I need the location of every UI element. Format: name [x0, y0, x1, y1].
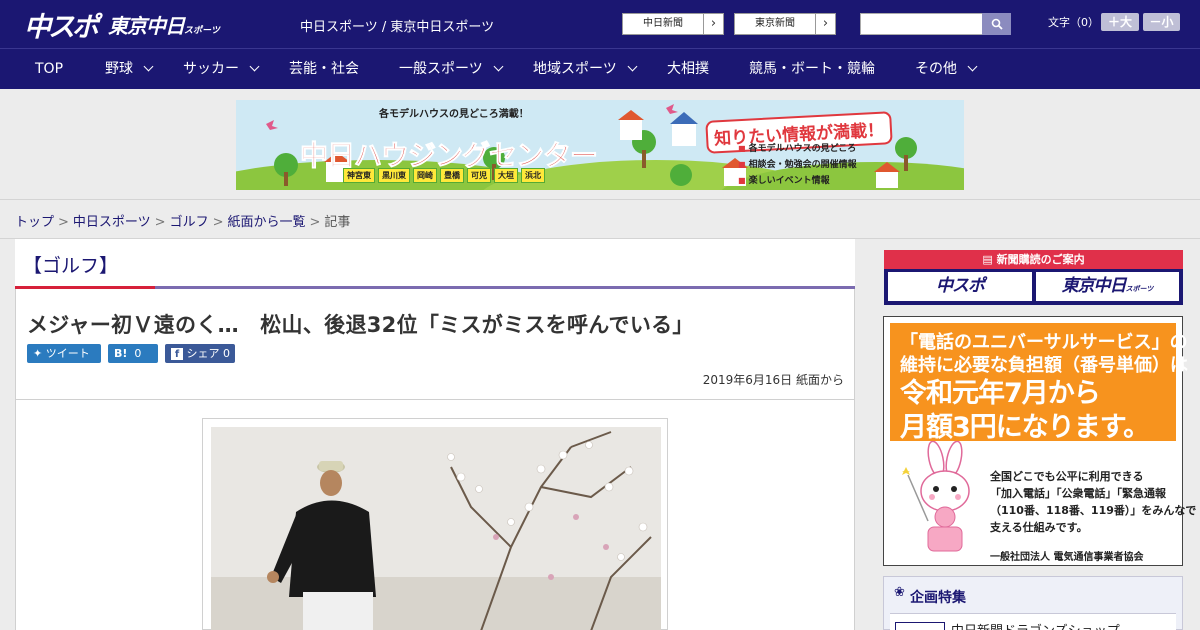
nav-item-other[interactable]: その他 — [915, 49, 978, 89]
feature-item-link[interactable]: 中日新聞ドラゴンズショップ — [951, 620, 1120, 630]
banner-bullet: 各モデルハウスの見どころ — [738, 141, 857, 157]
nav-item-baseball[interactable]: 野球 — [105, 49, 154, 89]
banner-bullet: 相談会・勉強会の開催情報 — [738, 157, 857, 173]
chevron-right-icon: › — [703, 14, 723, 34]
chevron-down-icon — [627, 61, 638, 72]
ad-description: 全国どこでも公平に利用できる 「加入電話」「公衆電話」「緊急通報 （110番、1… — [990, 470, 1197, 534]
article-photo[interactable] — [211, 427, 661, 630]
chuspo-logo[interactable]: 中スポ — [24, 5, 99, 44]
chunichi-shimbun-button[interactable]: 中日新聞 › — [622, 13, 724, 35]
nav-item-general-sports[interactable]: 一般スポーツ — [399, 49, 504, 89]
banner-town: 可児 — [467, 168, 491, 183]
hatena-bookmark-button[interactable]: B! 0 — [108, 344, 158, 363]
banner-bullet: 楽しいイベント情報 — [738, 173, 857, 189]
ad-quote: 「電話のユニバーサルサービス」の 維持に必要な負担額（番号単価）は — [900, 332, 1188, 376]
search-input[interactable] — [860, 13, 983, 35]
facebook-share-button[interactable]: f シェア 0 — [165, 344, 235, 363]
chuspo-subscribe-link[interactable]: 中スポ — [888, 272, 1032, 301]
search-button[interactable] — [982, 13, 1011, 35]
feature-title: 企画特集 — [910, 590, 966, 606]
ad-big-text: 令和元年7月から 月額3円になります。 — [900, 378, 1150, 443]
chevron-right-icon: › — [815, 14, 835, 34]
ribbon-icon: ❀ — [894, 585, 905, 600]
breadcrumb-top[interactable]: トップ — [15, 215, 54, 230]
banner-subtitle: 各モデルハウスの見どころ満載！ — [379, 109, 529, 120]
nav-item-racing[interactable]: 競馬・ボート・競輪 — [749, 49, 875, 89]
banner-town: 黒川東 — [378, 168, 410, 183]
twitter-icon: ✦ — [33, 347, 43, 360]
feature-item-card[interactable]: 中日新聞ドラゴンズショップ — [890, 613, 1176, 630]
chevron-down-icon — [967, 61, 978, 72]
subscription-promo[interactable]: ▤ 新聞購読のご案内 中スポ 東京中日スポーツ — [884, 250, 1183, 305]
tokyo-shimbun-button[interactable]: 東京新聞 › — [734, 13, 836, 35]
facebook-icon: f — [171, 348, 183, 360]
font-larger-button[interactable]: ＋大 — [1101, 13, 1139, 31]
article-header: メジャー初Ｖ遠のく… 松山、後退32位「ミスがミスを呼んでいる」 ✦ ツイート … — [15, 289, 855, 400]
chevron-down-icon — [493, 61, 504, 72]
nav-item-top[interactable]: TOP — [35, 49, 63, 89]
divider — [15, 400, 16, 630]
housing-center-banner[interactable]: 各モデルハウスの見どころ満載！ 中日ハウジングセンター 神宮東 黒川東 岡崎 豊… — [236, 100, 964, 190]
ad-white-panel: 全国どこでも公平に利用できる 「加入電話」「公衆電話」「緊急通報 （110番、1… — [890, 441, 1196, 563]
golfer-photo — [211, 427, 661, 630]
divider — [854, 400, 855, 630]
main-nav: TOP 野球 サッカー 芸能・社会 一般スポーツ 地域スポーツ 大相撲 競馬・ボ… — [0, 48, 1200, 89]
nav-item-entertainment[interactable]: 芸能・社会 — [289, 49, 359, 89]
feature-section: ❀ 企画特集 中日新聞ドラゴンズショップ — [883, 576, 1183, 630]
chevron-down-icon — [249, 61, 260, 72]
breadcrumb-golf[interactable]: ゴルフ — [170, 215, 209, 230]
breadcrumb-chunichi-sports[interactable]: 中日スポーツ — [73, 215, 151, 230]
universal-service-ad[interactable]: 「電話のユニバーサルサービス」の 維持に必要な負担額（番号単価）は 令和元年7月… — [883, 316, 1196, 566]
banner-towns: 神宮東 黒川東 岡崎 豊橋 可児 大垣 浜北 — [343, 168, 545, 183]
rabbit-mascot-icon — [902, 441, 970, 552]
ad-organization: 一般社団法人 電気通信事業者協会 — [990, 552, 1144, 563]
newspaper-icon: ▤ — [982, 253, 993, 266]
font-size-label: 文字（0） — [1048, 16, 1099, 29]
search-icon — [991, 18, 1003, 30]
breadcrumb-print-list[interactable]: 紙面から一覧 — [228, 215, 306, 230]
article-photo-frame — [202, 418, 668, 630]
site-logo[interactable]: 中スポ 東京中日スポーツ — [24, 8, 220, 43]
breadcrumb-current: 記事 — [324, 215, 351, 230]
banner-town: 神宮東 — [343, 168, 375, 183]
subscription-logos: 中スポ 東京中日スポーツ — [884, 269, 1183, 305]
feature-thumbnail — [895, 622, 945, 630]
top-header: 中スポ 東京中日スポーツ 中日スポーツ / 東京中日スポーツ 中日新聞 › 東京… — [0, 0, 1200, 48]
hatena-icon: B! — [114, 347, 128, 360]
breadcrumb: トップ > 中日スポーツ > ゴルフ > 紙面から一覧 > 記事 — [15, 215, 351, 230]
site-links[interactable]: 中日スポーツ / 東京中日スポーツ — [300, 16, 494, 35]
article-headline: メジャー初Ｖ遠のく… 松山、後退32位「ミスがミスを呼んでいる」 — [27, 313, 694, 337]
tokyo-chunichi-subscribe-link[interactable]: 東京中日スポーツ — [1036, 272, 1179, 301]
nav-item-sumo[interactable]: 大相撲 — [667, 49, 709, 89]
article-dateline: 2019年6月16日 紙面から — [702, 373, 844, 387]
subscription-heading: ▤ 新聞購読のご案内 — [884, 250, 1183, 269]
divider — [0, 199, 1200, 200]
tweet-button[interactable]: ✦ ツイート — [27, 344, 101, 363]
nav-item-soccer[interactable]: サッカー — [183, 49, 260, 89]
category-label: 【ゴルフ】 — [23, 255, 119, 277]
banner-bullets: 各モデルハウスの見どころ 相談会・勉強会の開催情報 楽しいイベント情報 — [738, 141, 857, 189]
nav-item-local-sports[interactable]: 地域スポーツ — [533, 49, 638, 89]
banner-town: 岡崎 — [413, 168, 437, 183]
ad-orange-panel: 「電話のユニバーサルサービス」の 維持に必要な負担額（番号単価）は 令和元年7月… — [890, 323, 1196, 563]
banner-town: 豊橋 — [440, 168, 464, 183]
tokyo-chunichi-logo[interactable]: 東京中日スポーツ — [108, 10, 220, 39]
chevron-down-icon — [143, 61, 154, 72]
article-main: 【ゴルフ】 メジャー初Ｖ遠のく… 松山、後退32位「ミスがミスを呼んでいる」 ✦… — [15, 239, 855, 630]
font-smaller-button[interactable]: －小 — [1143, 13, 1180, 31]
banner-town: 浜北 — [521, 168, 545, 183]
banner-town: 大垣 — [494, 168, 518, 183]
